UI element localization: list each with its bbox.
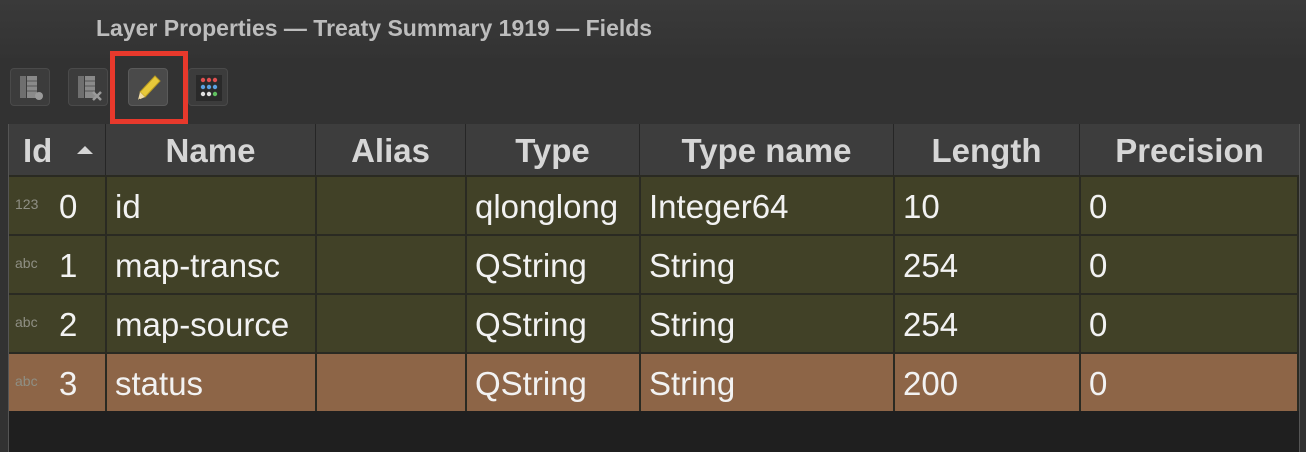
cell-length[interactable]: 200 (895, 354, 1081, 411)
cell-type[interactable]: qlonglong (467, 177, 641, 234)
column-header-precision[interactable]: Precision (1080, 124, 1299, 175)
window-title: Layer Properties — Treaty Summary 1919 —… (96, 15, 653, 41)
cell-type-name[interactable]: Integer64 (641, 177, 895, 234)
field-calculator-icon (196, 75, 222, 101)
cell-type[interactable]: QString (467, 295, 641, 352)
delete-field-button[interactable] (68, 68, 108, 106)
cell-id[interactable]: 123 0 (9, 177, 107, 234)
highlight-box (110, 51, 188, 124)
string-type-icon: abc (15, 373, 38, 389)
table-header: Id Name Alias Type Type name Length Prec… (9, 124, 1299, 175)
cell-length[interactable]: 254 (895, 295, 1081, 352)
cell-type[interactable]: QString (467, 354, 641, 411)
field-id: 2 (59, 306, 78, 343)
cell-precision[interactable]: 0 (1081, 354, 1299, 411)
cell-type-name[interactable]: String (641, 295, 895, 352)
new-field-icon (20, 76, 43, 100)
column-header-length[interactable]: Length (894, 124, 1080, 175)
cell-precision[interactable]: 0 (1081, 236, 1299, 293)
column-header-type[interactable]: Type (466, 124, 640, 175)
cell-id[interactable]: abc 3 (9, 354, 107, 411)
title-bar: Layer Properties — Treaty Summary 1919 —… (0, 0, 1306, 58)
cell-length[interactable]: 254 (895, 236, 1081, 293)
column-header-label: Id (23, 132, 53, 169)
cell-alias[interactable] (317, 177, 467, 234)
string-type-icon: abc (15, 255, 38, 271)
cell-name[interactable]: status (107, 354, 317, 411)
integer-type-icon: 123 (15, 196, 39, 212)
string-type-icon: abc (15, 314, 38, 330)
cell-type-name[interactable]: String (641, 236, 895, 293)
column-header-name[interactable]: Name (106, 124, 316, 175)
column-header-id[interactable]: Id (9, 124, 106, 175)
cell-alias[interactable] (317, 295, 467, 352)
table-row[interactable]: abc 3 status QString String 200 0 (9, 352, 1299, 411)
field-calculator-button[interactable] (188, 68, 228, 106)
cell-name[interactable]: id (107, 177, 317, 234)
layer-properties-window: Layer Properties — Treaty Summary 1919 —… (0, 0, 1306, 452)
cell-type[interactable]: QString (467, 236, 641, 293)
cell-name[interactable]: map-source (107, 295, 317, 352)
cell-type-name[interactable]: String (641, 354, 895, 411)
field-id: 1 (59, 247, 78, 284)
new-field-button[interactable] (10, 68, 50, 106)
table-row[interactable]: abc 2 map-source QString String 254 0 (9, 293, 1299, 352)
delete-field-icon (78, 76, 102, 101)
sort-ascending-icon (77, 146, 93, 154)
table-row[interactable]: abc 1 map-transc QString String 254 0 (9, 234, 1299, 293)
cell-id[interactable]: abc 1 (9, 236, 107, 293)
table-row[interactable]: 123 0 id qlonglong Integer64 10 0 (9, 175, 1299, 234)
cell-length[interactable]: 10 (895, 177, 1081, 234)
field-id: 0 (59, 188, 78, 225)
cell-alias[interactable] (317, 354, 467, 411)
field-id: 3 (59, 365, 78, 402)
fields-toolbar (0, 58, 1306, 122)
fields-table: Id Name Alias Type Type name Length Prec… (8, 124, 1300, 452)
cell-name[interactable]: map-transc (107, 236, 317, 293)
cell-precision[interactable]: 0 (1081, 177, 1299, 234)
column-header-type-name[interactable]: Type name (640, 124, 894, 175)
cell-precision[interactable]: 0 (1081, 295, 1299, 352)
cell-alias[interactable] (317, 236, 467, 293)
column-header-alias[interactable]: Alias (316, 124, 466, 175)
cell-id[interactable]: abc 2 (9, 295, 107, 352)
